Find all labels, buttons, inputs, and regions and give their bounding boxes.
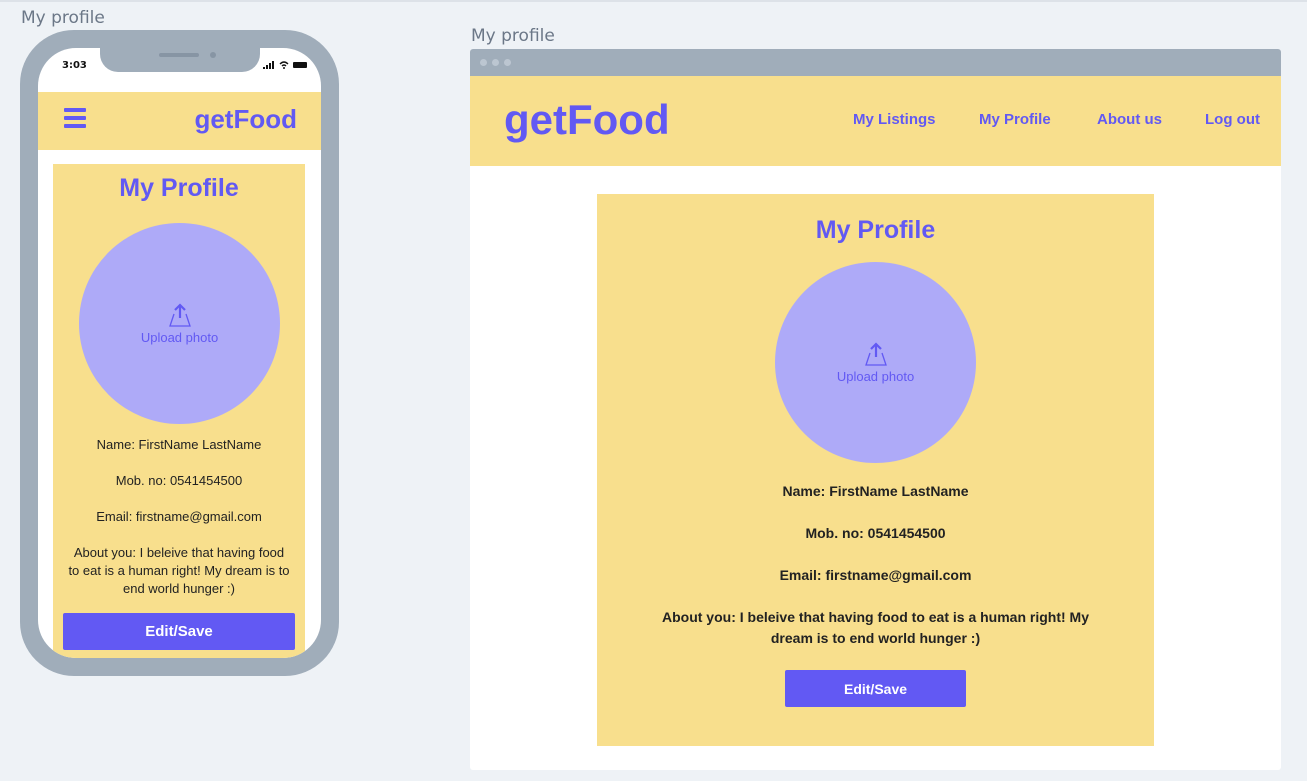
nav-about-us[interactable]: About us	[1097, 111, 1162, 128]
wifi-icon	[279, 61, 289, 69]
profile-name: Name: FirstName LastName	[782, 483, 969, 499]
signal-icon	[263, 61, 274, 69]
desktop-profile-card: My Profile Upload photo Name: FirstName …	[597, 194, 1154, 746]
profile-title: My Profile	[119, 174, 239, 202]
status-icons	[263, 61, 307, 69]
phone-mockup: 3:03 getFood My Profile Upload photo Nam…	[20, 30, 339, 676]
browser-title-bar	[470, 49, 1281, 76]
profile-about: About you: I beleive that having food to…	[661, 609, 1090, 646]
site-header: getFood My Listings My Profile About us …	[470, 76, 1281, 166]
profile-name: Name: FirstName LastName	[96, 437, 262, 452]
phone-logo[interactable]: getFood	[194, 104, 297, 135]
upload-icon	[168, 303, 191, 327]
profile-email: Email: firstname@gmail.com	[96, 509, 262, 524]
phone-header: getFood	[38, 92, 321, 150]
desktop-frame-label: My profile	[471, 26, 555, 46]
camera-icon	[210, 52, 216, 58]
upload-icon	[864, 342, 887, 366]
upload-photo-button[interactable]: Upload photo	[79, 223, 280, 424]
status-time: 3:03	[62, 60, 87, 71]
battery-icon	[293, 62, 307, 68]
nav-log-out[interactable]: Log out	[1205, 111, 1260, 128]
phone-frame-label: My profile	[21, 8, 105, 28]
phone-screen: 3:03 getFood My Profile Upload photo Nam…	[38, 48, 321, 658]
profile-email: Email: firstname@gmail.com	[779, 567, 972, 583]
nav-my-profile[interactable]: My Profile	[979, 111, 1051, 128]
speaker-icon	[159, 53, 199, 57]
edit-save-button[interactable]: Edit/Save	[63, 613, 295, 650]
edit-save-button[interactable]: Edit/Save	[785, 670, 966, 707]
phone-profile-card: My Profile Upload photo Name: FirstName …	[53, 164, 305, 658]
upload-photo-button[interactable]: Upload photo	[775, 262, 976, 463]
upload-photo-label: Upload photo	[140, 330, 219, 345]
upload-photo-label: Upload photo	[836, 369, 915, 384]
browser-mockup: getFood My Listings My Profile About us …	[470, 49, 1281, 770]
window-dot-icon	[504, 59, 511, 66]
window-dot-icon	[480, 59, 487, 66]
hamburger-icon[interactable]	[64, 108, 86, 128]
nav-my-listings[interactable]: My Listings	[853, 111, 936, 128]
window-dot-icon	[492, 59, 499, 66]
profile-about: About you: I beleive that having food to…	[68, 545, 290, 596]
site-logo[interactable]: getFood	[504, 96, 670, 144]
profile-title: My Profile	[815, 216, 936, 244]
profile-mobile: Mob. no: 0541454500	[115, 473, 243, 488]
profile-mobile: Mob. no: 0541454500	[805, 525, 946, 541]
phone-notch	[100, 48, 260, 72]
